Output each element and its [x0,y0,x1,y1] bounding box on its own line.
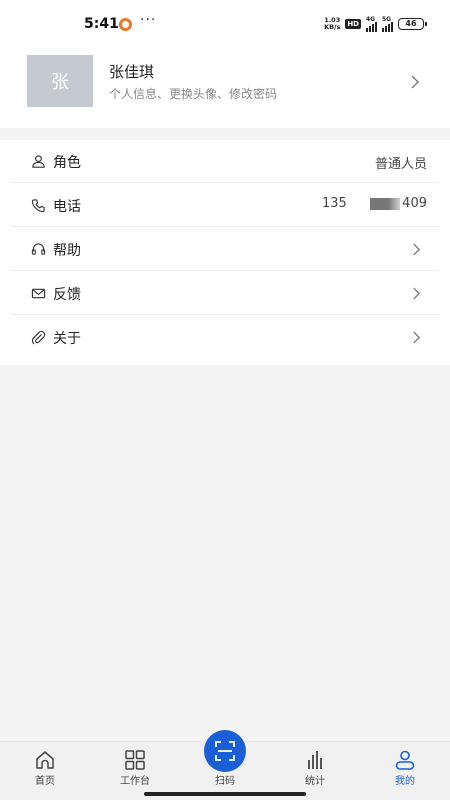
help-label: 帮助 [53,243,81,259]
bar-chart-icon [308,751,322,769]
user-name: 张佳琪 [109,63,155,81]
grid-icon [125,750,145,770]
phone-label: 电话 [53,199,81,215]
phone-value: 135 409 [322,196,427,214]
person-icon [395,750,415,770]
tab-mine-label: 我的 [395,776,415,787]
phone-icon [31,199,45,213]
feedback-label: 反馈 [53,287,81,303]
avatar[interactable]: 张 [27,55,93,107]
tab-mine[interactable]: 我的 [360,742,450,800]
paperclip-icon [31,330,46,345]
profile-subtitle: 个人信息、更换头像、修改密码 [109,87,278,101]
home-indicator[interactable] [144,792,306,796]
tab-home-label: 首页 [35,776,55,787]
row-role: 角色 普通人员 [11,140,439,183]
settings-list: 角色 普通人员 电话 135 409 帮助 反馈 关于 [0,140,450,365]
tab-stats-label: 统计 [305,776,325,787]
chevron-right-icon [413,243,421,256]
role-value: 普通人员 [374,157,427,172]
phone-suffix: 409 [402,196,427,211]
row-about[interactable]: 关于 [11,316,439,359]
row-phone: 电话 135 409 [11,184,439,227]
row-feedback[interactable]: 反馈 [11,272,439,315]
speed-unit: KB/s [324,23,341,31]
headset-icon [31,243,46,255]
profile-card[interactable]: 张 张佳琪 个人信息、更换头像、修改密码 [0,48,450,128]
scan-button[interactable] [204,730,246,772]
phone-prefix: 135 [322,196,347,211]
chevron-right-icon [413,287,421,300]
battery-icon: 46 [398,18,427,30]
more-notifications-icon: ··· [140,12,157,28]
user-icon [32,155,45,168]
status-indicators: 1.03 KB/s HD 4G 5G 46 [324,16,427,32]
network-speed: 1.03 KB/s [324,17,340,31]
role-label: 角色 [53,155,81,171]
home-icon [36,751,54,769]
phone-redaction-mask [370,198,400,210]
signal-icon-2: 5G [382,16,393,32]
chevron-right-icon [413,331,421,344]
network-type-1: 4G [366,16,376,23]
status-time: 5:41 [84,16,119,32]
signal-icon: 4G [366,16,377,32]
chevron-right-icon [411,75,419,89]
about-label: 关于 [53,331,81,347]
hd-icon: HD [345,19,361,29]
row-help[interactable]: 帮助 [11,228,439,271]
status-bar: 5:41 ··· 1.03 KB/s HD 4G 5G 46 [0,0,450,48]
tab-home[interactable]: 首页 [0,742,90,800]
notification-icon [119,18,132,31]
mail-icon [31,288,46,299]
network-type-2: 5G [382,16,392,23]
tab-scan-label: 扫码 [215,776,235,787]
tab-workbench-label: 工作台 [120,776,150,787]
scan-icon [215,741,235,761]
